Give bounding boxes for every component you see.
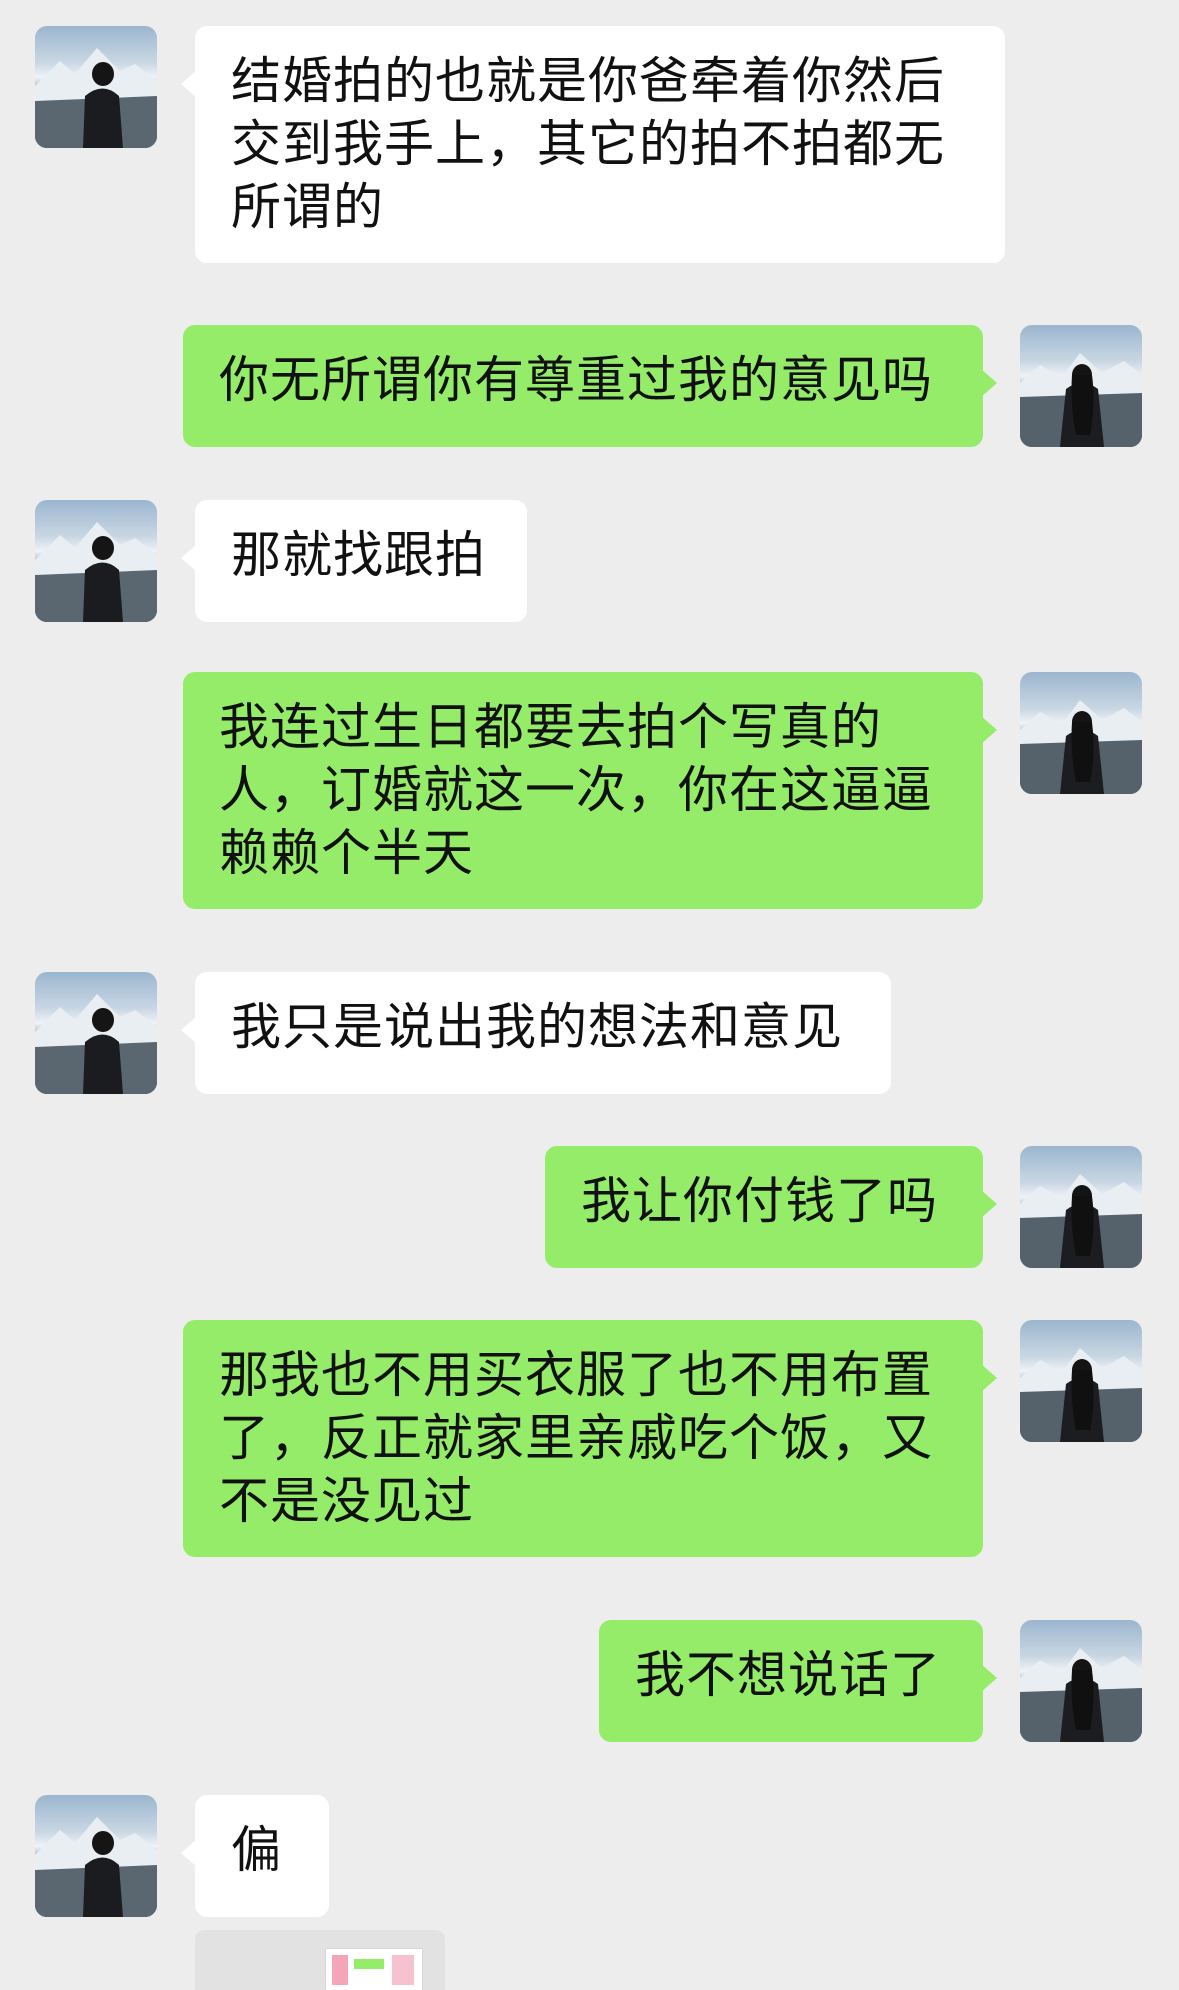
incoming-message-bubble[interactable]: 结婚拍的也就是你爸牵着你然后 交到我手上，其它的拍不拍都无 所谓的 <box>181 26 1005 263</box>
contact-avatar[interactable] <box>35 500 157 622</box>
contact-avatar[interactable] <box>35 972 157 1094</box>
outgoing-message-bubble[interactable]: 那我也不用买衣服了也不用布置 了，反正就家里亲戚吃个饭，又 不是没见过 <box>183 1320 997 1557</box>
message-line: 不是没见过 <box>219 1472 474 1530</box>
incoming-message-bubble[interactable]: 偏 <box>181 1795 329 1917</box>
woman-mountain-avatar-icon <box>1020 353 1142 447</box>
thumbnail-decoration <box>354 1959 384 1969</box>
message-row: 你无所谓你有尊重过我的意见吗 <box>0 325 1179 450</box>
woman-mountain-avatar-icon <box>1020 1648 1142 1742</box>
message-line: 偏 <box>231 1821 282 1879</box>
message-row: 我不想说话了 <box>0 1620 1179 1745</box>
message-row: 那就找跟拍 <box>0 500 1179 625</box>
message-row: 结婚拍的也就是你爸牵着你然后 交到我手上，其它的拍不拍都无 所谓的 <box>0 26 1179 276</box>
message-row: 我只是说出我的想法和意见 <box>0 972 1179 1097</box>
chat-thread[interactable]: 结婚拍的也就是你爸牵着你然后 交到我手上，其它的拍不拍都无 所谓的 你无所谓你有… <box>0 0 1179 1990</box>
woman-mountain-avatar-icon <box>1020 700 1142 794</box>
message-line: 了，反正就家里亲戚吃个饭，又 <box>219 1409 933 1467</box>
contact-avatar[interactable] <box>35 1795 157 1917</box>
man-mountain-avatar-icon <box>35 522 157 622</box>
my-avatar[interactable] <box>1020 325 1142 447</box>
message-line: 所谓的 <box>231 178 384 236</box>
contact-avatar[interactable] <box>35 26 157 148</box>
outgoing-message-bubble[interactable]: 我连过生日都要去拍个写真的 人，订婚就这一次，你在这逼逼 赖赖个半天 <box>183 672 997 909</box>
incoming-message-bubble[interactable]: 我只是说出我的想法和意见 <box>181 972 891 1094</box>
message-line: 我让你付钱了吗 <box>581 1172 938 1230</box>
thumbnail-decoration <box>392 1955 414 1985</box>
message-line: 那就找跟拍 <box>231 526 486 584</box>
my-avatar[interactable] <box>1020 1620 1142 1742</box>
message-row: 偏 <box>0 1795 1179 1920</box>
man-mountain-avatar-icon <box>35 1817 157 1917</box>
woman-mountain-avatar-icon <box>1020 1174 1142 1268</box>
message-line: 交到我手上，其它的拍不拍都无 <box>231 115 945 173</box>
message-line: 人，订婚就这一次，你在这逼逼 <box>219 761 933 819</box>
my-avatar[interactable] <box>1020 1146 1142 1268</box>
man-mountain-avatar-icon <box>35 994 157 1094</box>
message-line: 我连过生日都要去拍个写真的 <box>219 698 882 756</box>
message-line: 我不想说话了 <box>635 1646 941 1704</box>
my-avatar[interactable] <box>1020 1320 1142 1442</box>
shared-image-thumbnail[interactable] <box>325 1948 423 1990</box>
outgoing-message-bubble[interactable]: 我不想说话了 <box>599 1620 997 1742</box>
message-row: 我让你付钱了吗 <box>0 1146 1179 1271</box>
message-line: 那我也不用买衣服了也不用布置 <box>219 1346 933 1404</box>
incoming-message-bubble[interactable]: 那就找跟拍 <box>181 500 527 622</box>
outgoing-message-bubble[interactable]: 我让你付钱了吗 <box>545 1146 997 1268</box>
my-avatar[interactable] <box>1020 672 1142 794</box>
message-line: 赖赖个半天 <box>219 824 474 882</box>
outgoing-message-bubble[interactable]: 你无所谓你有尊重过我的意见吗 <box>183 325 997 447</box>
man-mountain-avatar-icon <box>35 48 157 148</box>
thumbnail-decoration <box>332 1955 348 1985</box>
message-line: 我只是说出我的想法和意见 <box>231 998 843 1056</box>
partial-message-bubble[interactable] <box>195 1930 445 1990</box>
message-row: 我连过生日都要去拍个写真的 人，订婚就这一次，你在这逼逼 赖赖个半天 <box>0 672 1179 922</box>
message-line: 你无所谓你有尊重过我的意见吗 <box>219 351 933 409</box>
message-line: 结婚拍的也就是你爸牵着你然后 <box>231 52 945 110</box>
message-row: 那我也不用买衣服了也不用布置 了，反正就家里亲戚吃个饭，又 不是没见过 <box>0 1320 1179 1570</box>
woman-mountain-avatar-icon <box>1020 1348 1142 1442</box>
